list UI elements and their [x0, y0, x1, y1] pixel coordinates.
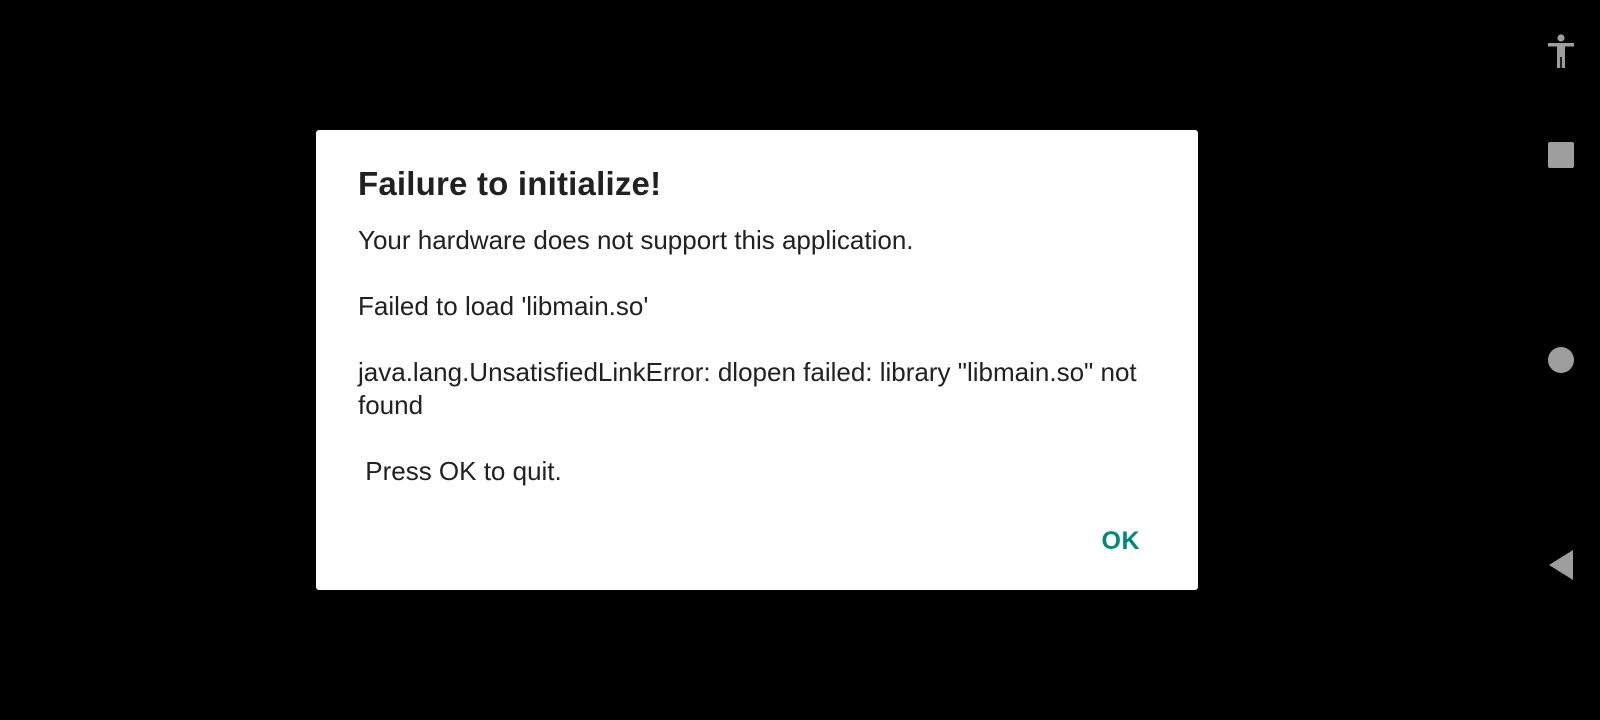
message-spacer: [358, 257, 1156, 290]
back-triangle-icon: [1549, 550, 1573, 580]
back-button[interactable]: [1542, 546, 1580, 584]
recents-button[interactable]: [1542, 136, 1580, 174]
dialog-title: Failure to initialize!: [358, 165, 662, 202]
accessibility-icon: [1548, 34, 1574, 68]
message-spacer: [358, 422, 1156, 455]
home-circle-icon: [1548, 347, 1574, 373]
message-quit-instruction: Press OK to quit.: [358, 456, 562, 486]
message-hardware-unsupported: Your hardware does not support this appl…: [358, 225, 914, 255]
message-link-error: java.lang.UnsatisfiedLinkError: dlopen f…: [358, 357, 1144, 420]
alert-dialog: Failure to initialize! Your hardware doe…: [316, 130, 1198, 590]
recents-square-icon: [1548, 142, 1574, 168]
navigation-bar: [1520, 0, 1600, 720]
message-spacer: [358, 323, 1156, 356]
home-button[interactable]: [1542, 341, 1580, 379]
accessibility-button[interactable]: [1542, 33, 1580, 71]
dialog-message: Your hardware does not support this appl…: [358, 224, 1156, 488]
ok-button[interactable]: OK: [1100, 523, 1143, 560]
screen: Failure to initialize! Your hardware doe…: [0, 0, 1600, 720]
message-load-failure: Failed to load 'libmain.so': [358, 291, 649, 321]
